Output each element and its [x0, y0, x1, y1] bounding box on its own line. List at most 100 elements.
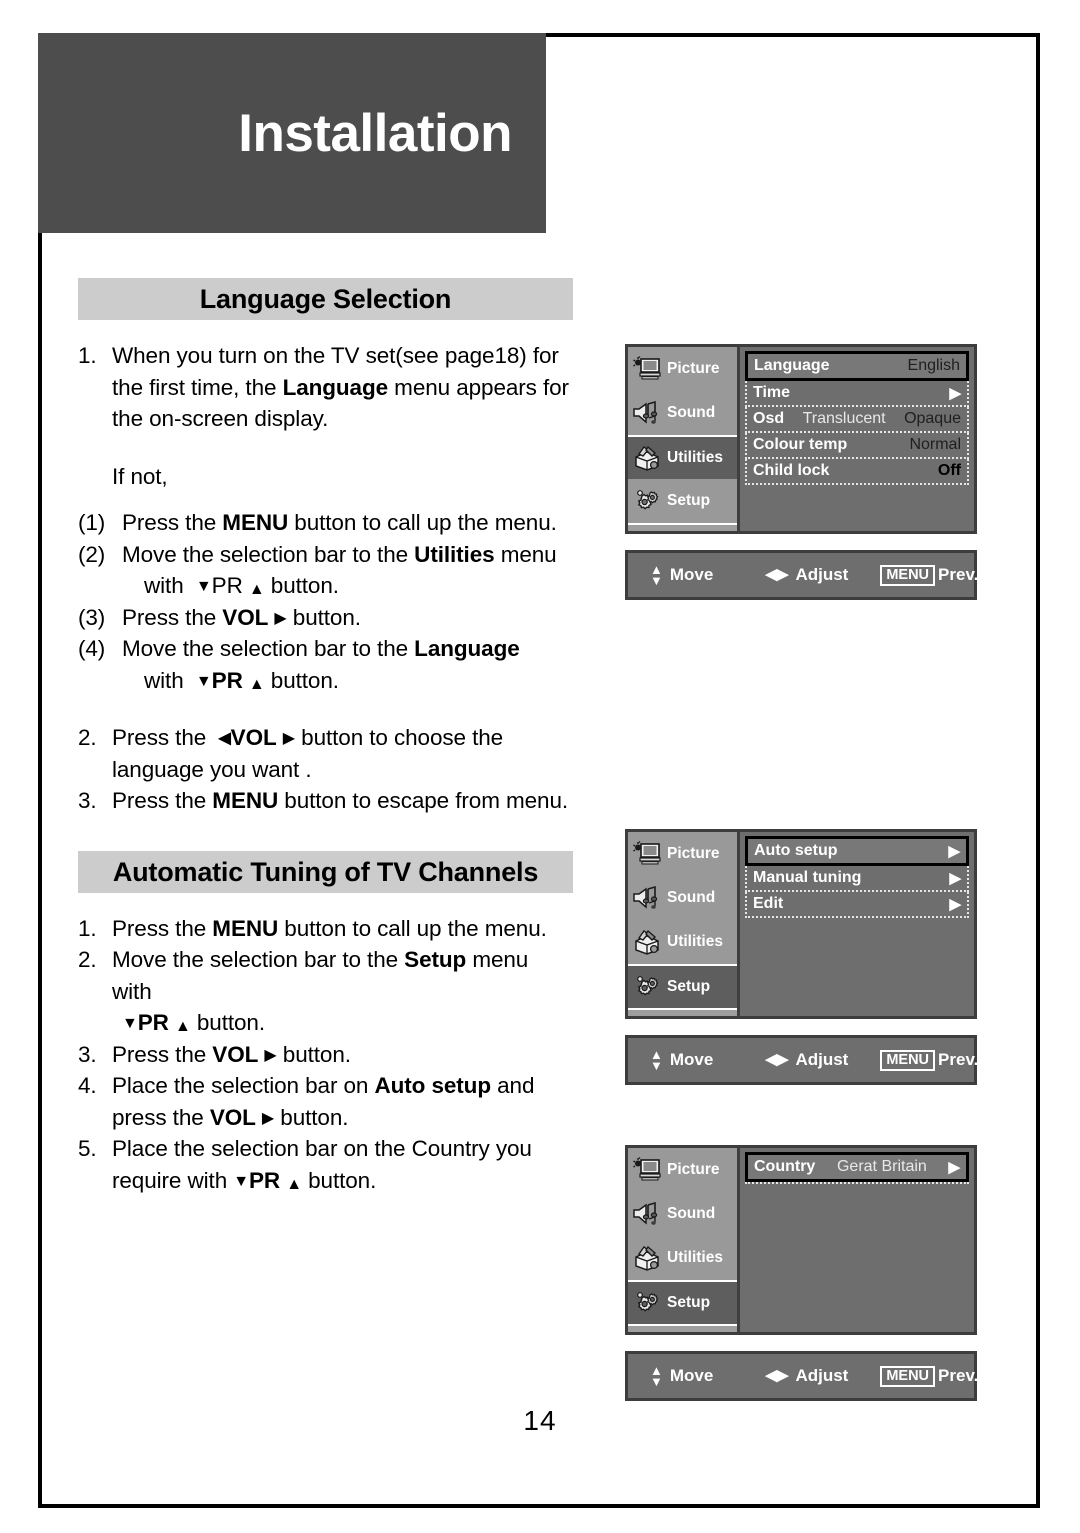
help-prev: MENU Prev.: [880, 1049, 979, 1071]
sidebar-item-utilities[interactable]: Utilities: [628, 920, 737, 964]
picture-icon: [633, 356, 661, 382]
sound-icon: [633, 885, 661, 911]
osd-window: Picture Sound: [625, 1145, 977, 1335]
list-number: 4.: [78, 1073, 97, 1098]
menu-key-badge: MENU: [880, 1365, 936, 1387]
list-item: 2. Press the ◀VOL ▶ button to choose the…: [78, 722, 573, 785]
list-item: 1. Press the MENU button to call up the …: [78, 913, 573, 945]
sidebar-item-label: Picture: [667, 845, 720, 862]
list-number: (1): [78, 510, 106, 535]
sidebar-item-sound[interactable]: Sound: [628, 1192, 737, 1236]
section-heading-automatic-tuning: Automatic Tuning of TV Channels: [78, 850, 573, 893]
content-column: Language Selection 1. When you turn on t…: [78, 278, 573, 1196]
menu-row-value: English: [907, 357, 960, 374]
menu-row-label: Auto setup: [754, 842, 838, 859]
help-prev-label: Prev.: [938, 1050, 979, 1069]
help-move-label: Move: [669, 565, 714, 584]
list-number: (4): [78, 636, 106, 661]
sidebar-item-setup[interactable]: Setup: [628, 964, 737, 1008]
setup-icon: [633, 974, 661, 1000]
sidebar-item-picture[interactable]: Picture: [628, 832, 737, 876]
sidebar-item-setup[interactable]: Setup: [628, 479, 737, 523]
menu-row-time[interactable]: Time ▶: [745, 381, 969, 407]
chapter-title: Installation: [238, 103, 512, 163]
osd-sidebar: Picture Sound Utilities Setup: [628, 347, 740, 531]
triangle-down-icon: ▼: [233, 1172, 250, 1190]
sidebar-item-label: Utilities: [667, 449, 723, 466]
setup-icon: [633, 488, 661, 514]
menu-row-label: Colour temp: [753, 436, 848, 453]
triangle-down-icon: ▼: [195, 578, 212, 595]
sidebar-item-utilities[interactable]: Utilities: [628, 435, 737, 479]
list-item: 5. Place the selection bar on the Countr…: [78, 1133, 573, 1196]
sidebar-filler: [628, 1008, 737, 1016]
menu-row-osd[interactable]: Osd Translucent Opaque: [745, 407, 969, 433]
help-prev: MENU Prev.: [880, 1365, 979, 1387]
osd-help-bar: ▲ ▼ Move ◀ ▶ Adjust MENU Prev.: [625, 550, 979, 600]
sidebar-item-label: Sound: [667, 404, 716, 421]
list-line: Press the MENU button to escape from men…: [112, 788, 569, 813]
sidebar-item-setup[interactable]: Setup: [628, 1280, 737, 1324]
menu-row-label: Time: [753, 384, 791, 401]
list-number: 3.: [78, 788, 97, 813]
list-line: language you want .: [112, 756, 312, 782]
list-number: 2.: [78, 725, 97, 750]
help-adjust: ◀ ▶ Adjust: [765, 565, 849, 584]
list-line: Move the selection bar to the Utilities …: [122, 541, 557, 567]
utilities-icon: [633, 929, 661, 955]
menu-row-colour-temp[interactable]: Colour temp Normal: [745, 433, 969, 459]
menu-row-child-lock[interactable]: Child lock Off: [745, 459, 969, 485]
menu-key-badge: MENU: [880, 1049, 936, 1071]
help-adjust: ◀ ▶ Adjust: [765, 1366, 849, 1385]
picture-icon: [633, 1157, 661, 1183]
sidebar-item-label: Sound: [667, 1205, 716, 1222]
list-item: 3. Press the VOL ▶ button.: [78, 1039, 573, 1071]
sidebar-item-sound[interactable]: Sound: [628, 391, 737, 435]
osd-window: Picture Sound: [625, 829, 977, 1019]
menu-row-value: Gerat Britain: [836, 1158, 927, 1175]
help-prev-label: Prev.: [938, 565, 979, 584]
sidebar-item-picture[interactable]: Picture: [628, 347, 737, 391]
osd-screenshot-setup: Picture Sound Utilities Setup Auto setup…: [625, 829, 979, 1085]
osd-help-bar: ▲ ▼ Move ◀ ▶ Adjust MENU Prev.: [625, 1035, 979, 1085]
osd-menu-list: Language English Time ▶ Osd Translucent …: [740, 347, 974, 531]
triangle-right-icon: ▶: [274, 609, 287, 627]
menu-row-auto-setup[interactable]: Auto setup ▶: [745, 836, 969, 866]
list-number: (2): [78, 541, 106, 567]
utilities-icon: [633, 445, 661, 471]
triangle-down-icon: ▼: [195, 672, 212, 690]
triangle-right-icon: ▶: [948, 1158, 960, 1176]
menu-row-language[interactable]: Language English: [745, 351, 969, 381]
menu-row-edit[interactable]: Edit ▶: [745, 892, 969, 918]
sidebar-filler: [628, 523, 737, 531]
help-prev-label: Prev.: [938, 1366, 979, 1385]
list-number: 1.: [78, 343, 97, 368]
list-line: Move the selection bar to the Setup menu…: [112, 947, 529, 1004]
triangle-up-icon: ▲: [248, 581, 265, 598]
menu-row-manual-tuning[interactable]: Manual tuning ▶: [745, 866, 969, 892]
menu-row-label: Country: [754, 1158, 816, 1175]
up-down-arrows-icon: ▲ ▼: [650, 562, 663, 588]
help-move: ▲ ▼ Move: [650, 1364, 713, 1388]
triangle-right-icon: ▶: [264, 1046, 277, 1064]
triangle-right-icon: ▶: [949, 895, 961, 913]
sidebar-item-sound[interactable]: Sound: [628, 876, 737, 920]
sidebar-item-utilities[interactable]: Utilities: [628, 1236, 737, 1280]
sound-icon: [633, 400, 661, 426]
menu-row-country[interactable]: Country Gerat Britain ▶: [745, 1152, 969, 1182]
up-down-arrows-icon: ▲ ▼: [650, 1047, 663, 1073]
menu-row-value: Opaque: [904, 410, 961, 427]
menu-row-value: Normal: [909, 436, 961, 453]
menu-row-label: Manual tuning: [753, 869, 862, 886]
help-move-label: Move: [669, 1050, 714, 1069]
list-number: 3.: [78, 1041, 97, 1067]
page-number: 14: [523, 1405, 557, 1436]
picture-icon: [633, 841, 661, 867]
list-item: (1) Press the MENU button to call up the…: [78, 507, 573, 539]
menu-row-label: Osd: [753, 410, 785, 427]
list-line: with ▼PR ▲ button.: [144, 573, 339, 598]
sidebar-item-label: Sound: [667, 889, 716, 906]
sidebar-item-picture[interactable]: Picture: [628, 1148, 737, 1192]
osd-screenshot-country: Picture Sound Utilities Setup Country Ge…: [625, 1145, 979, 1401]
help-prev: MENU Prev.: [880, 564, 979, 586]
